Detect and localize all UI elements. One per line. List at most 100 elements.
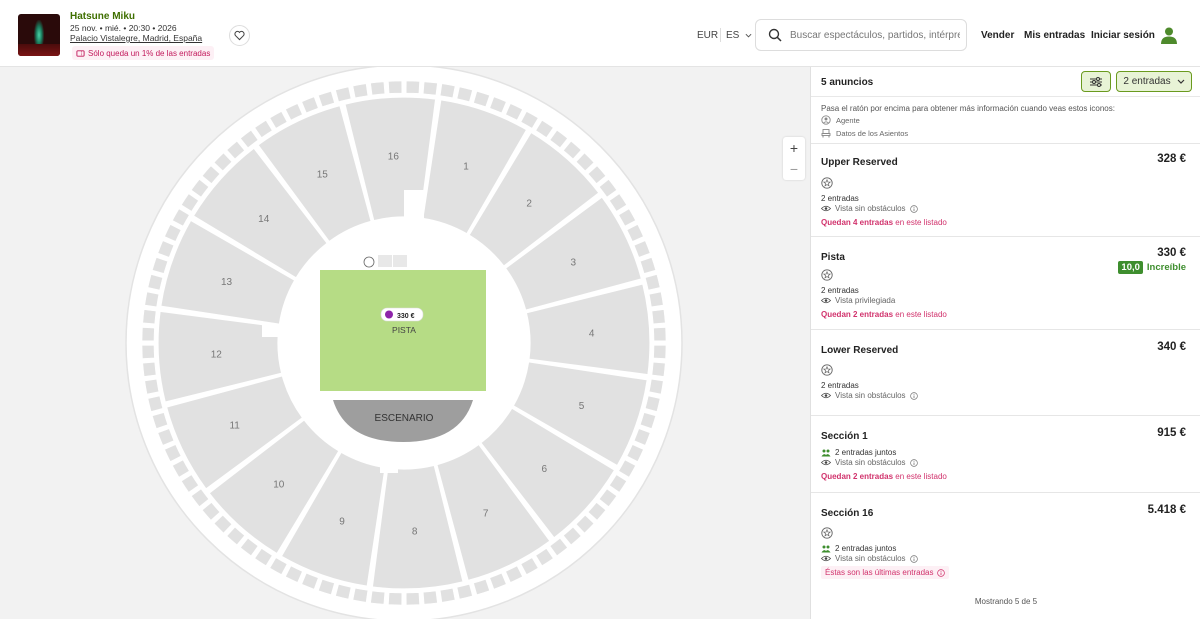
seat-row-block (653, 327, 667, 342)
listing-card[interactable]: Sección 16 5.418 € 2 entradas juntos Vis… (811, 492, 1200, 590)
listing-view: Vista privilegiada (821, 296, 895, 305)
zoom-out-button[interactable]: − (783, 158, 805, 179)
tag-icon (385, 310, 393, 319)
info-icon[interactable] (909, 391, 918, 400)
results-count: Mostrando 5 de 5 (974, 597, 1038, 606)
seat-row-block (439, 587, 456, 603)
listing-name: Sección 1 (821, 431, 868, 442)
language-selector[interactable]: ES (726, 30, 752, 41)
availability-suffix: en este listado (893, 310, 947, 319)
zoom-in-button[interactable]: + (783, 137, 805, 158)
section-label: 11 (229, 421, 240, 432)
section-label: 2 (526, 199, 532, 210)
listing-name: Lower Reserved (821, 345, 899, 356)
listing-card[interactable]: Sección 1 915 € 2 entradas juntos Vista … (811, 415, 1200, 492)
login-link[interactable]: Iniciar sesión (1091, 30, 1155, 41)
agent-icon (821, 115, 831, 125)
section-label: 16 (388, 151, 400, 162)
search-box[interactable] (755, 19, 967, 51)
legend-seat-label: Datos de los Asientos (836, 128, 909, 138)
seat-icon (821, 129, 831, 138)
seat-row-block (141, 344, 155, 359)
quantity-select[interactable]: 2 entradas (1116, 71, 1192, 92)
scarcity-text: Sólo queda un 1% de las entradas (88, 48, 211, 58)
info-icon[interactable] (909, 204, 918, 213)
search-input[interactable] (790, 29, 960, 41)
section-label: 7 (483, 508, 489, 519)
availability-suffix: en este listado (893, 218, 947, 227)
listing-count: 5 anuncios (821, 77, 874, 88)
seat-row-block (141, 327, 155, 342)
hover-hint: Pasa el ratón por encima para obtener má… (821, 104, 1115, 113)
quantity-label: 2 entradas (1123, 76, 1171, 87)
listing-availability: Quedan 2 entradas en este listado (821, 310, 947, 319)
walkway-bottom (380, 447, 398, 473)
filters-button[interactable] (1081, 71, 1111, 92)
seat-row-block (648, 378, 664, 395)
section-label: 3 (571, 257, 577, 268)
listing-name: Upper Reserved (821, 157, 898, 168)
availability-count: Quedan 2 entradas (821, 472, 894, 481)
seat-row-block (370, 590, 386, 605)
chevron-down-icon (745, 33, 752, 38)
info-icon[interactable] (909, 554, 918, 563)
listing-quantity-text: 2 entradas juntos (835, 544, 897, 553)
listings-toolbar: 5 anuncios 2 entradas (811, 67, 1200, 97)
star-icon (821, 364, 833, 376)
sell-link[interactable]: Vender (981, 30, 1014, 41)
listing-price: 330 € (1157, 247, 1186, 259)
listing-view-text: Vista sin obstáculos (835, 458, 906, 467)
currency-selector[interactable]: EUR (697, 30, 718, 41)
ticket-icon (76, 49, 85, 57)
listing-card[interactable]: Lower Reserved 340 € 2 entradas Vista si… (811, 329, 1200, 415)
user-avatar-icon[interactable] (1159, 25, 1179, 45)
seat-row-block (388, 592, 403, 606)
info-icon[interactable] (909, 458, 918, 467)
listing-quantity-text: 2 entradas (821, 194, 859, 203)
seat-row-block (352, 587, 369, 603)
favorite-button[interactable] (229, 25, 250, 46)
top-header: Hatsune Miku 25 nov. • mié. • 20:30 • 20… (0, 0, 1200, 67)
section-label: 10 (273, 479, 285, 490)
rating-label: Increíble (1146, 262, 1186, 273)
eye-icon (821, 459, 831, 466)
availability-count: Quedan 2 entradas (821, 310, 894, 319)
listing-card[interactable]: Pista 330 € 10,0 Increíble 2 entradas Vi… (811, 236, 1200, 329)
listing-view-text: Vista sin obstáculos (835, 204, 906, 213)
section-label: 6 (541, 464, 547, 475)
my-tickets-link[interactable]: Mis entradas (1024, 30, 1085, 41)
seat-row-block (352, 83, 369, 99)
listing-card[interactable]: Upper Reserved 328 € 2 entradas Vista si… (811, 143, 1200, 236)
sliders-icon (1090, 76, 1102, 87)
venue-map-canvas[interactable]: 12345678910111213141516 ESCENARIO PISTA … (0, 67, 810, 619)
seat-row-block (144, 291, 160, 308)
seat-row-block (422, 81, 438, 96)
seat-row-block (439, 83, 456, 99)
event-thumbnail[interactable] (18, 14, 60, 56)
legend-agent: Agente (821, 115, 860, 125)
legend-agent-label: Agente (836, 115, 860, 125)
listing-quantity-text: 2 entradas (821, 381, 859, 390)
listing-quantity: 2 entradas juntos (821, 448, 896, 457)
listing-name: Pista (821, 252, 845, 263)
listing-price: 5.418 € (1147, 504, 1186, 516)
section-label: 5 (579, 401, 585, 412)
availability-suffix: en este listado (893, 472, 947, 481)
seat-map[interactable]: 1 2 3 4 5 6 7 8 9 10 11 12 13 14 15 16 ESCENARIO PISTA … (0, 67, 810, 619)
section-label: 1 (463, 162, 469, 173)
seat-row-block (405, 80, 420, 94)
eye-icon (821, 297, 831, 304)
eye-icon (821, 205, 831, 212)
event-title[interactable]: Hatsune Miku (70, 11, 135, 22)
price-pin[interactable]: 330 € (380, 307, 424, 322)
star-icon (821, 177, 833, 189)
listing-price: 915 € (1157, 427, 1186, 439)
listing-view: Vista sin obstáculos (821, 204, 918, 213)
section-label: 15 (317, 170, 329, 181)
seat-row-block (405, 592, 420, 606)
rating-score: 10,0 (1118, 261, 1143, 274)
event-venue-link[interactable]: Palacio Vistalegre, Madrid, España (70, 33, 202, 43)
last-tickets-badge: Éstas son las últimas entradas (821, 566, 949, 579)
info-icon[interactable] (936, 568, 945, 577)
listing-quantity: 2 entradas (821, 381, 859, 390)
